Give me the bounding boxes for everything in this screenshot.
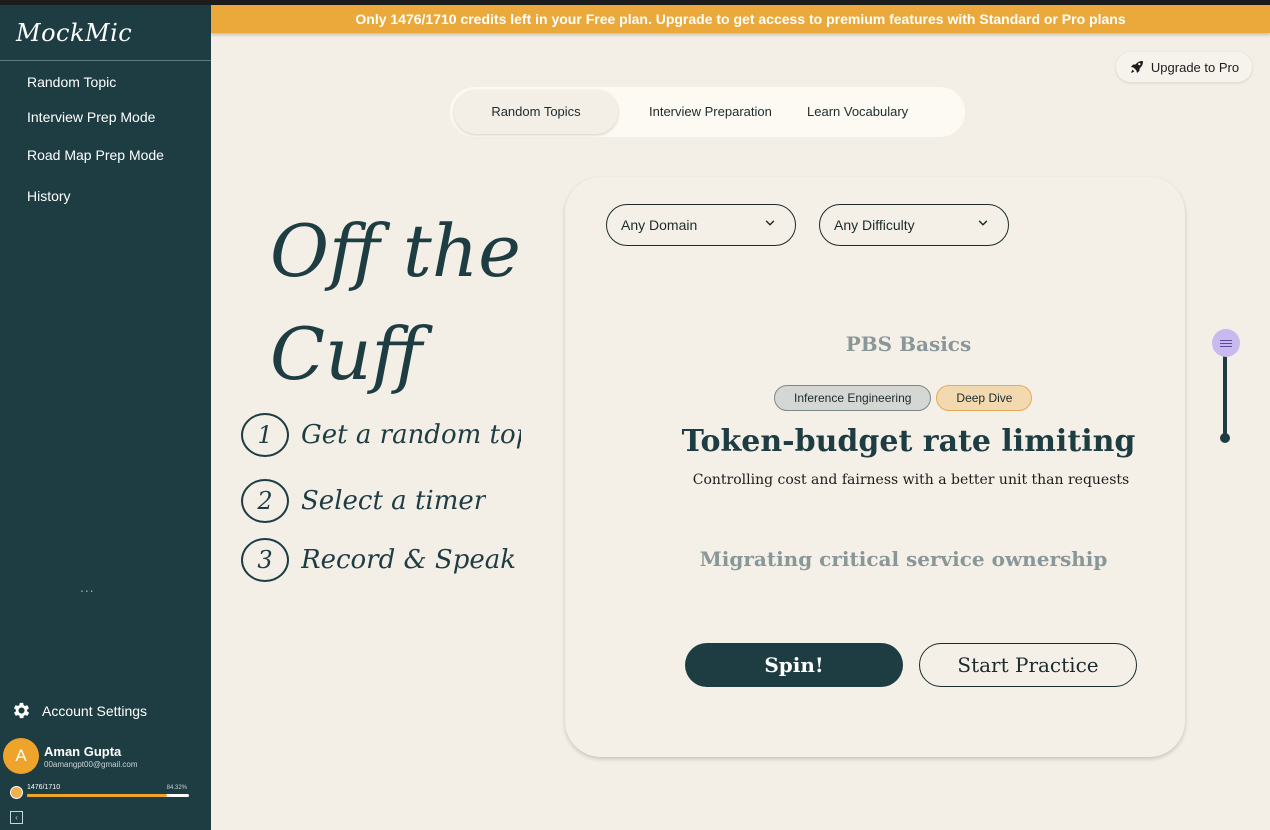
topic-subtitle: Controlling cost and fairness with a bet… bbox=[692, 472, 1130, 488]
topic-card: Any Domain Any Difficulty PBS Basics Inf… bbox=[565, 177, 1185, 757]
tab-random-topics[interactable]: Random Topics bbox=[454, 90, 618, 134]
topic-slider-handle[interactable] bbox=[1212, 329, 1240, 357]
drag-handle-icon bbox=[1220, 342, 1232, 344]
more-icon[interactable]: ... bbox=[80, 579, 95, 595]
sidebar-item-random-topic[interactable]: Random Topic bbox=[27, 74, 116, 90]
tag-category: Inference Engineering bbox=[774, 385, 932, 411]
sidebar-divider bbox=[0, 60, 211, 61]
credits-banner: Only 1476/1710 credits left in your Free… bbox=[211, 5, 1270, 33]
topic-slider-track[interactable] bbox=[1223, 345, 1227, 439]
user-name: Aman Gupta bbox=[44, 743, 122, 759]
avatar: A bbox=[3, 738, 39, 774]
topic-tags: Inference Engineering Deep Dive bbox=[774, 385, 1033, 411]
credits-percent: 84.32% bbox=[166, 785, 187, 791]
gear-icon bbox=[13, 702, 30, 719]
account-settings-label: Account Settings bbox=[42, 702, 148, 719]
difficulty-select[interactable]: Any Difficulty bbox=[819, 204, 1009, 246]
spin-button[interactable]: Spin! bbox=[685, 643, 903, 687]
credits-meter: 1476/1710 84.32% bbox=[10, 784, 190, 800]
upgrade-button[interactable]: Upgrade to Pro bbox=[1116, 52, 1252, 82]
step-text: Select a timer bbox=[301, 486, 487, 516]
user-email: 00amangpt00@gmail.com bbox=[44, 759, 138, 769]
step-number: 3 bbox=[241, 538, 289, 582]
rocket-icon bbox=[1130, 61, 1143, 73]
topic-title: Token-budget rate limiting bbox=[681, 424, 1136, 459]
step-text: Record & Speak bbox=[301, 545, 517, 575]
sidebar-item-interview-prep[interactable]: Interview Prep Mode bbox=[27, 109, 155, 125]
hero-title-line1: Off the bbox=[270, 209, 521, 293]
step-number: 2 bbox=[241, 479, 289, 523]
chevron-down-icon bbox=[765, 220, 775, 226]
step-1: 1 Get a random topic bbox=[241, 413, 521, 457]
domain-select-value: Any Domain bbox=[621, 217, 698, 233]
app-logo[interactable]: MockMic bbox=[16, 19, 132, 47]
start-practice-button[interactable]: Start Practice bbox=[919, 643, 1137, 687]
account-settings-link[interactable]: Account Settings bbox=[11, 700, 147, 721]
tag-level: Deep Dive bbox=[936, 385, 1033, 411]
user-profile[interactable]: A Aman Gupta 00amangpt00@gmail.com bbox=[3, 738, 138, 774]
step-number: 1 bbox=[241, 413, 289, 457]
topic-slider-end bbox=[1220, 433, 1230, 443]
step-3: 3 Record & Speak bbox=[241, 538, 516, 582]
next-topic: Migrating critical service ownership bbox=[699, 547, 1108, 571]
domain-select[interactable]: Any Domain bbox=[606, 204, 796, 246]
step-text: Get a random topic bbox=[301, 420, 521, 450]
hero-title-line2: Cuff bbox=[270, 312, 423, 396]
previous-topic: PBS Basics bbox=[845, 332, 972, 356]
coin-icon bbox=[10, 786, 23, 799]
credits-progress-track bbox=[27, 794, 189, 797]
upgrade-label: Upgrade to Pro bbox=[1150, 59, 1240, 75]
sidebar-item-history[interactable]: History bbox=[27, 188, 71, 204]
tab-interview-preparation[interactable]: Interview Preparation bbox=[649, 87, 772, 137]
credits-count: 1476/1710 bbox=[27, 784, 61, 791]
tab-learn-vocabulary[interactable]: Learn Vocabulary bbox=[807, 87, 908, 137]
difficulty-select-value: Any Difficulty bbox=[834, 217, 915, 233]
credits-progress-fill bbox=[27, 794, 167, 797]
chevron-down-icon bbox=[978, 220, 988, 226]
sidebar: MockMic Random Topic Interview Prep Mode… bbox=[0, 5, 211, 830]
sidebar-item-road-map[interactable]: Road Map Prep Mode bbox=[27, 147, 164, 163]
step-2: 2 Select a timer bbox=[241, 479, 486, 523]
collapse-sidebar-icon[interactable]: ‹ bbox=[10, 811, 23, 824]
mode-tabs: Random Topics Interview Preparation Lear… bbox=[450, 87, 965, 137]
